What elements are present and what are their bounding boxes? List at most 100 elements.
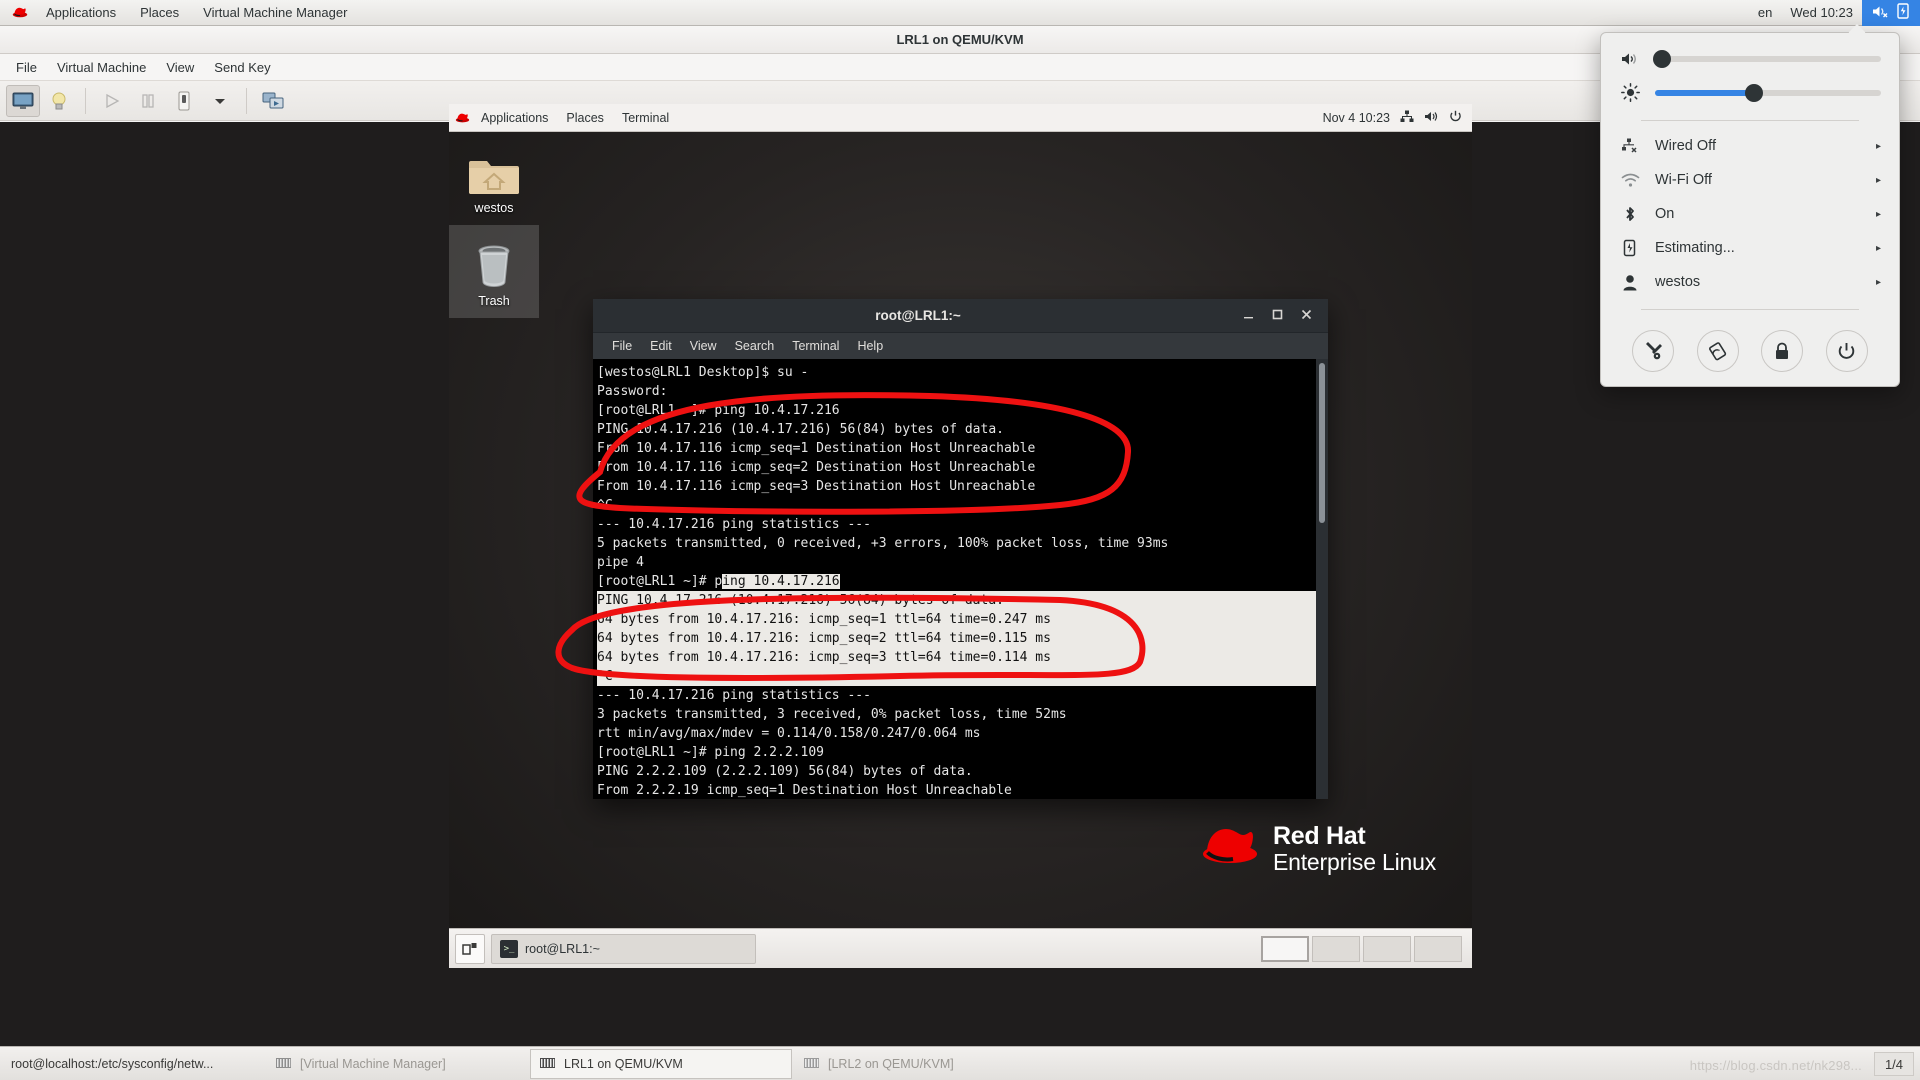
vm-menu-file[interactable]: File	[6, 54, 47, 81]
system-menu-item-label: On	[1655, 206, 1675, 222]
terminal-line: 64 bytes from 10.4.17.216: icmp_seq=2 tt…	[597, 629, 1316, 648]
terminal-line: ^C	[597, 667, 1316, 686]
terminal-line: [root@LRL1 ~]# ping 10.4.17.216	[597, 403, 840, 418]
vm-menu-send-key[interactable]: Send Key	[204, 54, 280, 81]
desktop-icon-label: Trash	[478, 294, 510, 308]
vm-icon	[275, 1055, 292, 1072]
brightness-slider-knob[interactable]	[1745, 83, 1764, 102]
workspace-2[interactable]	[1312, 935, 1360, 962]
brightness-icon	[1619, 83, 1641, 102]
guest-task-terminal[interactable]: >_ root@LRL1:~	[491, 933, 756, 964]
desktop-icon-trash[interactable]: Trash	[449, 225, 539, 318]
power-icon[interactable]	[1449, 110, 1462, 126]
settings-button[interactable]	[1632, 330, 1675, 372]
terminal-line: rtt min/avg/max/mdev = 0.114/0.158/0.247…	[597, 726, 981, 741]
terminal-menu-help[interactable]: Help	[848, 333, 892, 359]
system-menu-item-label: Estimating...	[1655, 240, 1735, 256]
show-desktop-icon[interactable]	[455, 933, 485, 964]
workspace-1[interactable]	[1261, 935, 1309, 962]
volume-slider-row	[1601, 43, 1899, 75]
terminal-line: [root@LRL1 ~]# ping 2.2.2.109	[597, 745, 824, 760]
system-menu-item-bluetooth[interactable]: On ▸	[1601, 197, 1899, 231]
terminal-scrollbar[interactable]	[1316, 359, 1328, 799]
run-button[interactable]	[95, 85, 129, 117]
rhel-branding-text: Red Hat Enterprise Linux	[1273, 823, 1436, 874]
toolbar-separator-2	[246, 87, 247, 114]
system-menu-item-label: Wired Off	[1655, 138, 1716, 154]
network-wired-icon[interactable]	[1400, 110, 1414, 126]
host-system-tray-button[interactable]	[1862, 0, 1920, 26]
power-button[interactable]	[1825, 330, 1868, 372]
host-task-label: [LRL2 on QEMU/KVM]	[828, 1056, 954, 1071]
desktop-icon-westos[interactable]: westos	[449, 132, 539, 225]
terminal-output-area[interactable]: [westos@LRL1 Desktop]$ su - Password: [roo…	[593, 359, 1328, 799]
desktop-screen: Applications Places Virtual Machine Mana…	[0, 0, 1920, 1080]
host-task-label: [Virtual Machine Manager]	[300, 1056, 446, 1071]
vm-icon	[803, 1055, 820, 1072]
system-menu-item-user[interactable]: westos ▸	[1601, 265, 1899, 299]
tools-icon	[1646, 342, 1663, 360]
lock-button[interactable]	[1761, 330, 1804, 372]
chevron-right-icon: ▸	[1875, 140, 1881, 152]
show-details-button[interactable]	[42, 85, 76, 117]
workspace-3[interactable]	[1363, 935, 1411, 962]
terminal-line: From 10.4.17.116 icmp_seq=2 Destination …	[597, 460, 1036, 475]
volume-slider-track[interactable]	[1653, 50, 1881, 68]
wifi-icon	[1619, 173, 1641, 188]
host-menu-virtual-machine-manager[interactable]: Virtual Machine Manager	[191, 0, 359, 26]
system-menu-item-label: westos	[1655, 274, 1701, 290]
volume-muted-icon	[1619, 51, 1641, 67]
guest-menu-places[interactable]: Places	[557, 104, 613, 132]
workspace-4[interactable]	[1414, 935, 1462, 962]
guest-clock[interactable]: Nov 4 10:23	[1323, 111, 1390, 125]
terminal-menu-terminal[interactable]: Terminal	[783, 333, 848, 359]
fullscreen-button[interactable]	[256, 85, 290, 117]
pause-button[interactable]	[131, 85, 165, 117]
terminal-scrollbar-thumb[interactable]	[1319, 363, 1325, 523]
host-task-label: LRL1 on QEMU/KVM	[564, 1056, 683, 1071]
host-top-panel: Applications Places Virtual Machine Mana…	[0, 0, 1920, 26]
chevron-down-icon	[215, 98, 225, 104]
terminal-line: pipe 4	[597, 555, 644, 570]
volume-slider-knob[interactable]	[1653, 50, 1671, 68]
guest-menu-applications[interactable]: Applications	[472, 104, 557, 132]
guest-menu-terminal[interactable]: Terminal	[613, 104, 678, 132]
system-menu-item-battery[interactable]: Estimating... ▸	[1601, 231, 1899, 265]
system-menu-divider	[1641, 120, 1859, 121]
terminal-menubar: File Edit View Search Terminal Help	[593, 333, 1328, 359]
system-menu-item-wired[interactable]: Wired Off ▸	[1601, 129, 1899, 163]
lock-icon	[1776, 342, 1789, 359]
battery-charging-icon	[1897, 3, 1910, 22]
monitor-icon	[12, 92, 34, 109]
terminal-menu-view[interactable]: View	[681, 333, 726, 359]
host-clock[interactable]: Wed 10:23	[1781, 5, 1862, 20]
screenshot-button[interactable]	[1696, 330, 1739, 372]
system-menu-item-wifi[interactable]: Wi-Fi Off ▸	[1601, 163, 1899, 197]
shutdown-dropdown-button[interactable]	[203, 85, 237, 117]
host-task-terminal[interactable]: >_ root@localhost:/etc/sysconfig/netw...	[2, 1049, 264, 1079]
minimize-icon[interactable]	[1243, 308, 1254, 323]
shutdown-button[interactable]	[167, 85, 201, 117]
close-icon[interactable]	[1301, 308, 1312, 323]
host-menu-places[interactable]: Places	[128, 0, 191, 26]
screens-icon	[262, 92, 284, 108]
volume-icon[interactable]	[1424, 110, 1439, 126]
host-task-label: root@localhost:/etc/sysconfig/netw...	[11, 1056, 214, 1071]
keyboard-layout-indicator[interactable]: en	[1749, 5, 1781, 20]
vm-menu-view[interactable]: View	[156, 54, 204, 81]
terminal-titlebar[interactable]: root@LRL1:~	[593, 299, 1328, 333]
terminal-lines: [westos@LRL1 Desktop]$ su - Password: [roo…	[593, 359, 1316, 799]
terminal-menu-edit[interactable]: Edit	[641, 333, 681, 359]
console-view-button[interactable]	[6, 84, 40, 117]
brightness-slider-track[interactable]	[1655, 83, 1881, 102]
terminal-menu-search[interactable]: Search	[726, 333, 784, 359]
host-task-lrl2[interactable]: [LRL2 on QEMU/KVM]	[794, 1049, 1056, 1079]
orientation-lock-icon	[1708, 342, 1726, 361]
page-indicator[interactable]: 1/4	[1874, 1052, 1914, 1076]
vm-menu-virtual-machine[interactable]: Virtual Machine	[47, 54, 156, 81]
host-task-lrl1[interactable]: LRL1 on QEMU/KVM	[530, 1048, 792, 1079]
host-task-virt-manager[interactable]: [Virtual Machine Manager]	[266, 1049, 528, 1079]
maximize-icon[interactable]	[1272, 308, 1283, 323]
host-menu-applications[interactable]: Applications	[34, 0, 128, 26]
terminal-menu-file[interactable]: File	[603, 333, 641, 359]
